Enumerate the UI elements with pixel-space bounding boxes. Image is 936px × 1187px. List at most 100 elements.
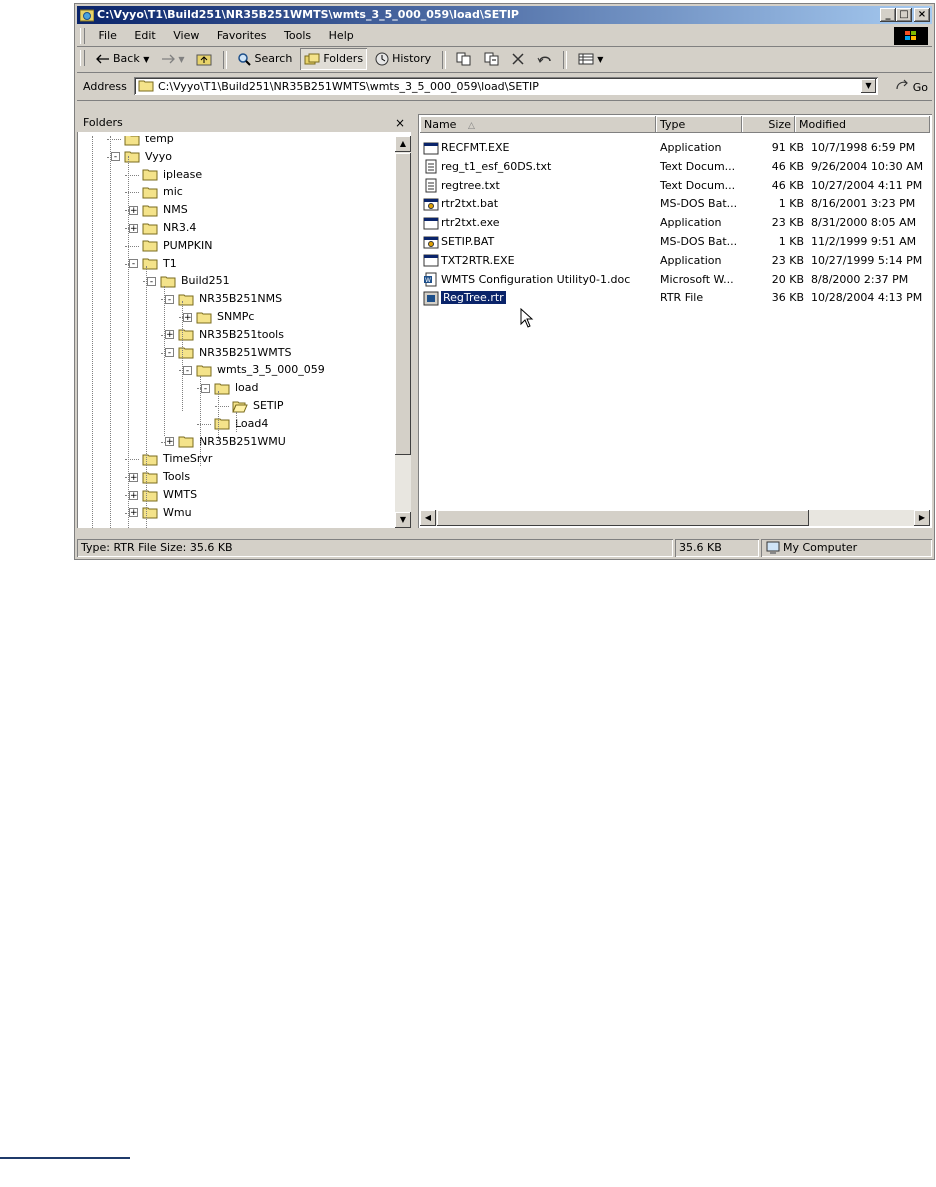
tree-item[interactable]: + SNMPc (183, 308, 254, 326)
tree-item[interactable]: - NR35B251WMTS (165, 344, 291, 362)
file-row[interactable]: W WMTS Configuration Utility0-1.doc Micros… (420, 271, 930, 289)
address-input[interactable]: C:\Vyyo\T1\Build251\NR35B251WMTS\wmts_3_… (134, 77, 878, 95)
menu-file[interactable]: File (92, 26, 124, 45)
undo-button[interactable] (533, 48, 557, 70)
delete-button[interactable] (507, 48, 529, 70)
folders-button[interactable]: Folders (299, 48, 368, 70)
up-folder-button[interactable] (192, 48, 216, 70)
collapse-icon[interactable]: - (129, 259, 138, 269)
tree-item[interactable]: - Vyyo (111, 148, 172, 166)
expand-icon[interactable]: + (129, 472, 138, 482)
scroll-down-button[interactable]: ▼ (395, 512, 411, 528)
sort-ascending-icon: △ (467, 121, 475, 131)
menu-tools[interactable]: Tools (277, 26, 318, 45)
back-button[interactable]: Back ▼ (92, 48, 154, 70)
menu-view[interactable]: View (166, 26, 206, 45)
column-header-type[interactable]: Type (656, 116, 742, 133)
toolbar-separator (441, 51, 446, 69)
menu-edit[interactable]: Edit (127, 26, 162, 45)
status-bar: Type: RTR File Size: 35.6 KB 35.6 KB My … (77, 537, 932, 557)
tree-item[interactable]: + NR35B251WMU (165, 433, 286, 451)
menu-help[interactable]: Help (322, 26, 361, 45)
folder-icon (142, 187, 158, 199)
tree-item-label: WMTS (163, 488, 198, 501)
tree-item-label: NR3.4 (163, 221, 197, 234)
expand-icon[interactable]: + (165, 330, 174, 340)
tree-item[interactable]: - load (201, 379, 259, 397)
file-name: regtree.txt (441, 178, 500, 192)
expand-icon[interactable]: + (129, 223, 138, 233)
files-horizontal-scrollbar[interactable]: ◀ ▶ (420, 510, 930, 526)
expand-icon[interactable]: + (129, 490, 138, 500)
menu-grip[interactable] (80, 28, 85, 44)
file-row[interactable]: RECFMT.EXE Application 91 KB 10/7/1998 6:59… (420, 139, 930, 157)
folder-icon (142, 223, 158, 234)
scroll-left-button[interactable]: ◀ (420, 510, 436, 526)
file-row[interactable]: regtree.txt Text Docum... 46 KB 10/27/2004 … (420, 177, 930, 195)
tree-item[interactable]: temp (111, 136, 174, 148)
expand-icon[interactable]: + (183, 312, 192, 322)
scroll-up-button[interactable]: ▲ (395, 136, 411, 152)
file-type: MS-DOS Bat... (660, 235, 738, 248)
app-icon (423, 217, 439, 230)
collapse-icon[interactable]: - (111, 152, 120, 162)
file-row[interactable]: rtr2txt.exe Application 23 KB 8/31/2000 8:0… (420, 214, 930, 232)
horizontal-scroll-thumb[interactable] (437, 510, 809, 526)
scroll-right-button[interactable]: ▶ (914, 510, 930, 526)
tree-item[interactable]: + NR3.4 (129, 219, 196, 237)
file-row[interactable]: rtr2txt.bat MS-DOS Bat... 1 KB 8/16/2001 3:… (420, 195, 930, 213)
menu-favorites[interactable]: Favorites (210, 26, 274, 45)
close-pane-icon[interactable]: × (395, 114, 405, 132)
tree-item[interactable]: + WMTS (129, 486, 197, 504)
move-to-button[interactable] (452, 48, 476, 70)
forward-button[interactable]: ▼ (157, 48, 189, 70)
collapse-icon[interactable]: - (183, 365, 192, 375)
collapse-icon[interactable]: - (147, 276, 156, 286)
tree-item[interactable]: - wmts_3_5_000_059 (183, 361, 325, 379)
views-dropdown-icon[interactable]: ▼ (597, 55, 603, 64)
file-row[interactable]: reg_t1_esf_60DS.txt Text Docum... 46 KB 9/2… (420, 158, 930, 176)
collapse-icon[interactable]: - (165, 294, 174, 304)
tree-item[interactable]: iplease (129, 166, 202, 184)
expand-icon[interactable]: + (165, 437, 174, 447)
scroll-thumb[interactable] (395, 153, 411, 455)
tree-item[interactable]: + NMS (129, 201, 188, 219)
maximize-button[interactable]: □ (896, 8, 912, 22)
column-header-name[interactable]: Name △ (420, 116, 656, 133)
title-bar[interactable]: C:\Vyyo\T1\Build251\NR35B251WMTS\wmts_3_… (77, 6, 932, 24)
file-row[interactable]: RegTree.rtr RTR File 36 KB 10/28/2004 4:13 … (420, 289, 930, 307)
minimize-button[interactable]: _ (880, 8, 896, 22)
tree-item-label: NR35B251WMTS (199, 345, 292, 359)
folder-icon (196, 365, 212, 377)
folders-vertical-scrollbar[interactable]: ▲ ▼ (395, 136, 411, 528)
tree-item[interactable]: PUMPKIN (129, 237, 213, 255)
go-button[interactable]: Go (895, 79, 928, 94)
close-button[interactable]: × (914, 8, 930, 22)
forward-dropdown-icon[interactable]: ▼ (178, 55, 184, 64)
toolbar-grip[interactable] (80, 50, 85, 66)
tree-item[interactable]: + Tools (129, 468, 190, 486)
tree-item-label: NR35B251tools (199, 327, 284, 341)
back-dropdown-icon[interactable]: ▼ (143, 55, 149, 64)
collapse-icon[interactable]: - (201, 383, 210, 393)
tree-item[interactable]: + Wmu (129, 504, 192, 522)
column-header-size[interactable]: Size (742, 116, 795, 133)
history-button[interactable]: History (371, 48, 436, 70)
expand-icon[interactable]: + (129, 205, 138, 215)
tree-item[interactable]: - Build251 (147, 272, 230, 290)
column-header-modified[interactable]: Modified (795, 116, 930, 133)
views-button[interactable]: ▼ (574, 48, 608, 70)
collapse-icon[interactable]: - (165, 348, 174, 358)
search-button[interactable]: Search (233, 48, 296, 70)
file-name-cell: RegTree.rtr (423, 289, 507, 307)
tree-item[interactable]: Load4 (201, 415, 268, 433)
file-row[interactable]: SETIP.BAT MS-DOS Bat... 1 KB 11/2/1999 9:51… (420, 233, 930, 251)
file-list-pane: Name △ Type Size Modified RECFMT.EXE Appl… (418, 114, 932, 528)
copy-to-button[interactable] (480, 48, 504, 70)
expand-icon[interactable]: + (129, 508, 138, 518)
open-folder-icon (232, 401, 248, 412)
tree-item[interactable]: - T1 (129, 255, 177, 273)
file-row[interactable]: TXT2RTR.EXE Application 23 KB 10/27/1999 5:… (420, 252, 930, 270)
address-dropdown-button[interactable]: ▼ (861, 79, 876, 93)
word-doc-icon: W (424, 272, 437, 287)
